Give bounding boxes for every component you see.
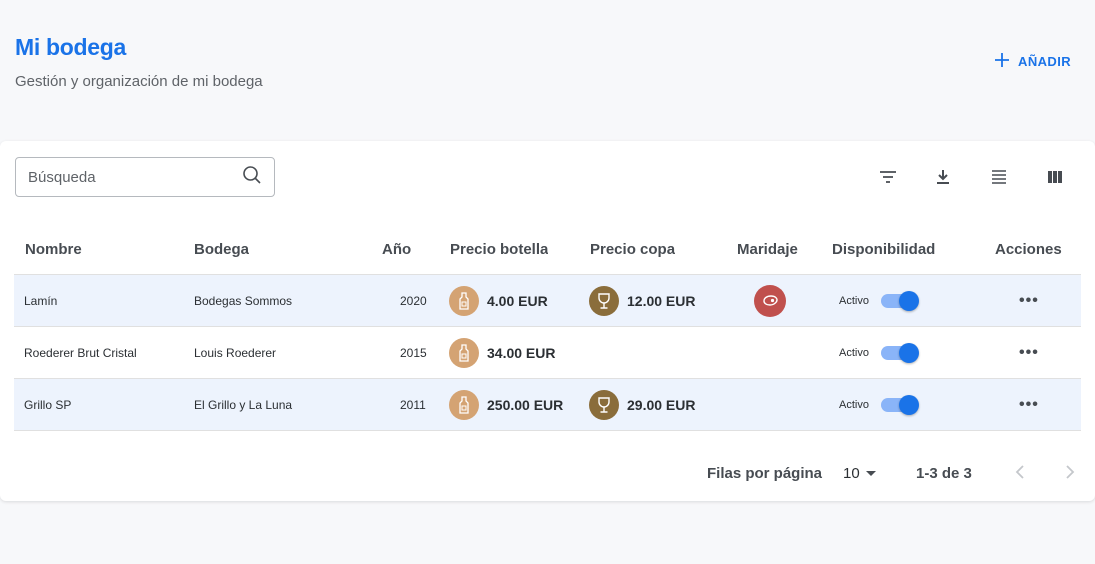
download-icon[interactable] xyxy=(933,167,953,187)
pagination-range: 1-3 de 3 xyxy=(916,465,972,482)
table-row[interactable]: Lamín Bodegas Sommos 2020 4.00 EUR 12.00… xyxy=(14,275,1081,327)
cell-pairing xyxy=(754,275,786,327)
table-row[interactable]: Grillo SP El Grillo y La Luna 2011 250.0… xyxy=(14,379,1081,431)
page-title: Mi bodega xyxy=(15,34,127,60)
glass-price-value: 12.00 EUR xyxy=(627,293,696,309)
more-actions-icon[interactable]: ••• xyxy=(1019,327,1039,379)
add-button[interactable]: AÑADIR xyxy=(994,52,1071,71)
caret-down-icon xyxy=(865,471,876,476)
cell-bottle-price: 250.00 EUR xyxy=(449,379,563,431)
more-actions-icon[interactable]: ••• xyxy=(1019,379,1039,431)
more-actions-icon[interactable]: ••• xyxy=(1019,275,1039,327)
availability-status: Activo xyxy=(839,295,869,307)
add-button-label: AÑADIR xyxy=(1018,54,1071,69)
cell-glass-price: 12.00 EUR xyxy=(589,275,695,327)
filter-icon[interactable] xyxy=(878,167,898,187)
table-header: Nombre Bodega Año Precio botella Precio … xyxy=(14,225,1081,275)
rows-per-page-value: 10 xyxy=(843,465,860,482)
cell-winery: Bodegas Sommos xyxy=(194,294,293,308)
bottle-price-value: 4.00 EUR xyxy=(487,293,548,309)
rows-per-page-label: Filas por página xyxy=(707,465,823,482)
availability-toggle[interactable] xyxy=(880,291,919,311)
cell-winery: El Grillo y La Luna xyxy=(194,398,293,412)
cell-availability: Activo xyxy=(839,379,919,431)
density-icon[interactable] xyxy=(989,167,1009,187)
availability-status: Activo xyxy=(839,347,869,359)
column-header-precio-botella[interactable]: Precio botella xyxy=(450,241,548,258)
bottle-price-value: 250.00 EUR xyxy=(487,397,564,413)
cell-name: Grillo SP xyxy=(24,398,72,412)
table-pagination: Filas por página 10 1-3 de 3 xyxy=(0,457,1095,487)
bottle-icon xyxy=(449,338,479,368)
cell-name: Roederer Brut Cristal xyxy=(24,346,137,360)
cell-bottle-price: 4.00 EUR xyxy=(449,275,548,327)
cell-year: 2011 xyxy=(400,398,426,412)
rows-per-page-select[interactable]: 10 xyxy=(843,465,876,482)
glass-price-value: 29.00 EUR xyxy=(627,397,696,413)
availability-toggle[interactable] xyxy=(880,343,919,363)
chevron-left-icon[interactable] xyxy=(1012,463,1030,481)
bottle-icon xyxy=(449,286,479,316)
bottle-icon xyxy=(449,390,479,420)
availability-toggle[interactable] xyxy=(880,395,919,415)
columns-icon[interactable] xyxy=(1045,167,1065,187)
cell-year: 2015 xyxy=(400,346,427,360)
table-row[interactable]: Roederer Brut Cristal Louis Roederer 201… xyxy=(14,327,1081,379)
column-header-precio-copa[interactable]: Precio copa xyxy=(590,241,675,258)
column-header-nombre[interactable]: Nombre xyxy=(25,241,82,258)
column-header-maridaje[interactable]: Maridaje xyxy=(737,241,798,258)
cell-year: 2020 xyxy=(400,294,427,308)
page-subtitle: Gestión y organización de mi bodega xyxy=(15,73,263,90)
column-header-acciones: Acciones xyxy=(995,241,1062,258)
wine-table-card: Nombre Bodega Año Precio botella Precio … xyxy=(0,141,1095,501)
cell-name: Lamín xyxy=(24,294,58,308)
wine-glass-icon xyxy=(589,286,619,316)
cell-winery: Louis Roederer xyxy=(194,346,277,360)
wine-table: Nombre Bodega Año Precio botella Precio … xyxy=(14,225,1081,431)
column-header-ano[interactable]: Año xyxy=(382,241,411,258)
cell-availability: Activo xyxy=(839,275,919,327)
column-header-disponibilidad[interactable]: Disponibilidad xyxy=(832,241,938,258)
plus-icon xyxy=(994,52,1010,71)
bottle-price-value: 34.00 EUR xyxy=(487,345,556,361)
column-header-bodega[interactable]: Bodega xyxy=(194,241,249,258)
cell-availability: Activo xyxy=(839,327,919,379)
cell-bottle-price: 34.00 EUR xyxy=(449,327,555,379)
wine-glass-icon xyxy=(589,390,619,420)
search-field[interactable] xyxy=(15,157,275,197)
search-icon[interactable] xyxy=(242,165,262,190)
cell-glass-price: 29.00 EUR xyxy=(589,379,695,431)
meat-icon xyxy=(754,285,786,317)
search-input[interactable] xyxy=(28,168,242,186)
chevron-right-icon[interactable] xyxy=(1060,463,1078,481)
availability-status: Activo xyxy=(839,399,869,411)
